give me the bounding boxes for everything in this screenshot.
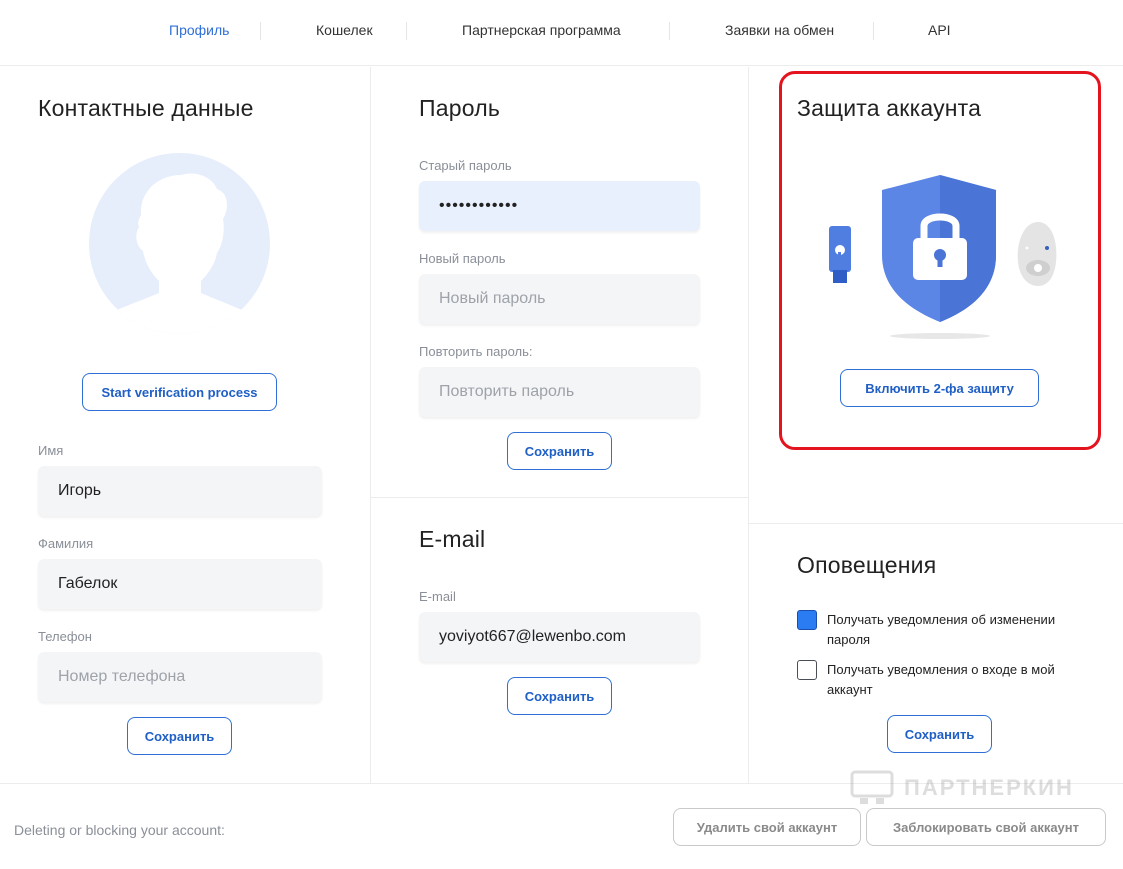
tab-divider <box>669 22 670 40</box>
column-divider <box>748 67 749 783</box>
avatar <box>89 153 270 334</box>
contact-save-button[interactable]: Сохранить <box>127 717 232 755</box>
new-password-input[interactable] <box>419 274 700 324</box>
tab-divider <box>406 22 407 40</box>
top-navigation: Профиль Кошелек Партнерская программа За… <box>0 0 1123 66</box>
old-password-label: Старый пароль <box>419 158 512 173</box>
new-password-label: Новый пароль <box>419 251 506 266</box>
first-name-input[interactable] <box>38 466 322 516</box>
password-change-notification-checkbox[interactable] <box>797 610 817 630</box>
start-verification-button[interactable]: Start verification process <box>82 373 277 411</box>
notifications-save-button[interactable]: Сохранить <box>887 715 992 753</box>
email-section-title: E-mail <box>419 526 486 552</box>
key-fob-icon <box>1017 222 1057 286</box>
tab-api[interactable]: API <box>928 22 951 38</box>
account-actions-label: Deleting or blocking your account: <box>14 822 225 838</box>
old-password-input[interactable] <box>419 181 700 231</box>
tab-divider <box>260 22 261 40</box>
watermark: ПАРТНЕРКИН <box>850 770 1074 806</box>
notifications-section-title: Оповещения <box>797 552 937 578</box>
repeat-password-label: Повторить пароль: <box>419 344 533 359</box>
watermark-logo-icon <box>850 770 894 804</box>
security-section-title: Защита аккаунта <box>797 95 982 121</box>
delete-account-button[interactable]: Удалить свой аккаунт <box>673 808 861 846</box>
password-save-button[interactable]: Сохранить <box>507 432 612 470</box>
password-section-title: Пароль <box>419 95 501 121</box>
block-account-button[interactable]: Заблокировать свой аккаунт <box>866 808 1106 846</box>
watermark-text: ПАРТНЕРКИН <box>904 775 1074 800</box>
tab-partner-program[interactable]: Партнерская программа <box>462 22 621 38</box>
email-input[interactable] <box>419 612 700 662</box>
last-name-input[interactable] <box>38 559 322 609</box>
tab-exchange-requests[interactable]: Заявки на обмен <box>725 22 834 38</box>
phone-input[interactable] <box>38 652 322 702</box>
login-notification-label: Получать уведомления о входе в мой аккау… <box>827 662 1055 697</box>
last-name-label: Фамилия <box>38 536 94 551</box>
shield-lock-icon <box>882 175 996 339</box>
email-save-button[interactable]: Сохранить <box>507 677 612 715</box>
tab-wallet[interactable]: Кошелек <box>316 22 373 38</box>
tab-divider <box>873 22 874 40</box>
repeat-password-input[interactable] <box>419 367 700 417</box>
password-change-notification-label: Получать уведомления об изменении пароля <box>827 612 1056 647</box>
section-divider <box>749 523 1123 524</box>
column-divider <box>370 67 371 783</box>
contact-section-title: Контактные данные <box>38 95 254 121</box>
first-name-label: Имя <box>38 443 64 458</box>
email-label: E-mail <box>419 589 456 604</box>
enable-2fa-button[interactable]: Включить 2-фа защиту <box>840 369 1039 407</box>
security-illustration <box>829 175 1057 339</box>
tab-profile[interactable]: Профиль <box>169 22 229 38</box>
section-divider <box>371 497 748 498</box>
login-notification-checkbox[interactable] <box>797 660 817 680</box>
phone-label: Телефон <box>38 629 92 644</box>
usb-key-icon <box>829 226 851 283</box>
user-silhouette-icon <box>89 173 270 334</box>
